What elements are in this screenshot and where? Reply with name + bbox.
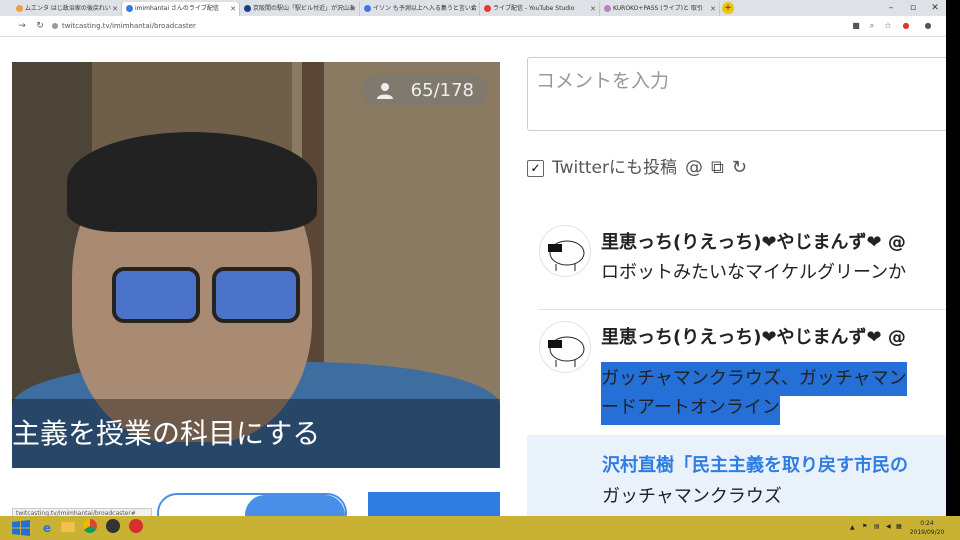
close-icon[interactable]: ✕ <box>470 2 476 16</box>
app-icon[interactable] <box>126 519 146 537</box>
list-item: 里恵っち(りえっち)❤やじまんず❤ @ ロボットみたいなマイケルグリーンか <box>527 222 946 297</box>
user-icon <box>377 83 393 99</box>
address-bar[interactable]: twitcasting.tv/imimhantai/broadcaster <box>52 19 842 33</box>
twitter-option: ✓ Twitterにも投稿 @ ⧉ ↻ <box>527 155 747 181</box>
minimize-button[interactable]: – <box>880 0 902 16</box>
close-icon[interactable]: ✕ <box>590 2 596 16</box>
close-icon[interactable]: ✕ <box>710 2 716 16</box>
toggle-segment[interactable] <box>245 495 345 516</box>
comment-author[interactable]: 里恵っち(りえっち)❤やじまんず❤ @ <box>601 228 906 254</box>
person-figure <box>67 132 317 232</box>
taskbar-clock[interactable]: 0:24 2019/09/20 <box>905 519 949 537</box>
favicon-icon <box>126 5 133 12</box>
person-figure <box>112 267 302 323</box>
close-icon[interactable]: ✕ <box>112 2 118 16</box>
close-icon[interactable]: ✕ <box>230 2 236 16</box>
comment-text: ードアートオンライン <box>601 391 780 425</box>
extension-icon[interactable]: ● <box>900 20 912 32</box>
volume-icon[interactable]: ◀ <box>886 523 891 530</box>
browser-window: ムエンタ はじ政治家の後戻れい ✕ imimhantai さんのライブ配信 ✕ 京阪… <box>0 0 946 516</box>
comment-text: ガッチャマンクラウズ <box>602 486 782 507</box>
zoom-icon[interactable]: ⌕ <box>866 20 878 32</box>
list-item: 沢村直樹「民主主義を取り戻す市民の ガッチャマンクラウズ <box>527 435 946 516</box>
tab-1[interactable]: imimhantai さんのライブ配信 ✕ <box>122 2 240 16</box>
reload-icon[interactable]: ↻ <box>33 19 47 33</box>
camera-icon[interactable]: ■ <box>850 20 862 32</box>
folder-icon[interactable] <box>58 519 78 537</box>
star-icon[interactable]: ☆ <box>882 20 894 32</box>
action-button[interactable] <box>368 492 500 516</box>
new-tab-button[interactable]: + <box>722 2 734 14</box>
tab-5[interactable]: KUROKO+PASS (ライブ)と 取引 ✕ <box>600 2 720 16</box>
favicon-icon <box>364 5 371 12</box>
keyboard-icon[interactable]: ▦ <box>896 523 902 530</box>
video-caption: 主義を授業の科目にする <box>12 399 500 468</box>
tab-4[interactable]: ライブ配信 - YouTube Studio ✕ <box>480 2 600 16</box>
favicon-icon <box>604 5 611 12</box>
divider <box>538 309 946 310</box>
network-icon[interactable]: ▤ <box>874 523 880 530</box>
video-player[interactable]: 65/178 主義を授業の科目にする <box>12 62 500 468</box>
flag-icon[interactable]: ⚑ <box>862 523 867 530</box>
close-window-button[interactable]: ✕ <box>924 0 946 16</box>
windows-start-icon[interactable] <box>12 520 30 536</box>
list-item: 里恵っち(りえっち)❤やじまんず❤ @ ガッチャマンクラウズ、ガッチャマン ード… <box>527 317 946 427</box>
tab-2[interactable]: 京阪間の駅山「駅ビル付近」が沢山あ ✕ <box>240 2 360 16</box>
comment-input[interactable]: コメントを入力 <box>527 57 946 131</box>
refresh-icon[interactable]: ↻ <box>732 155 747 181</box>
chrome-icon[interactable] <box>80 519 100 537</box>
tab-3[interactable]: イソン も予測以上へ入る集うと言い合 ✕ <box>360 2 480 16</box>
favicon-icon <box>484 5 491 12</box>
favicon-icon <box>244 5 251 12</box>
browser-toolbar: → ↻ twitcasting.tv/imimhantai/broadcaste… <box>0 16 946 37</box>
avatar[interactable] <box>539 225 591 277</box>
twitter-checkbox[interactable]: ✓ <box>527 159 544 177</box>
comment-author[interactable]: 沢村直樹「民主主義を取り戻す市民の <box>602 451 908 477</box>
ie-icon[interactable]: e <box>37 519 57 537</box>
tray-arrow-icon[interactable]: ▲ <box>850 524 855 531</box>
copy-icon[interactable]: ⧉ <box>711 155 724 181</box>
avatar[interactable] <box>539 321 591 373</box>
page-content: 65/178 主義を授業の科目にする コメントを入力 ✓ Twitterにも投稿 @… <box>0 37 946 516</box>
comment-author[interactable]: 里恵っち(りえっち)❤やじまんず❤ @ <box>601 323 906 349</box>
toggle-button[interactable] <box>157 493 347 516</box>
sheep-icon <box>548 240 585 271</box>
close-icon[interactable]: ✕ <box>350 2 356 16</box>
sheep-icon <box>548 336 585 367</box>
forward-button[interactable]: → <box>15 19 29 33</box>
viewer-count-badge: 65/178 <box>361 75 488 106</box>
lock-icon <box>52 23 58 29</box>
obs-icon[interactable] <box>103 519 123 537</box>
comment-text: ロボットみたいなマイケルグリーンか <box>601 262 907 283</box>
tab-0[interactable]: ムエンタ はじ政治家の後戻れい ✕ <box>12 2 122 16</box>
maximize-button[interactable]: ▫ <box>902 0 924 16</box>
favicon-icon <box>16 5 23 12</box>
tab-strip: ムエンタ はじ政治家の後戻れい ✕ imimhantai さんのライブ配信 ✕ 京阪… <box>0 0 946 16</box>
mention-icon[interactable]: @ <box>685 155 703 181</box>
avatar[interactable]: ● <box>922 20 934 32</box>
